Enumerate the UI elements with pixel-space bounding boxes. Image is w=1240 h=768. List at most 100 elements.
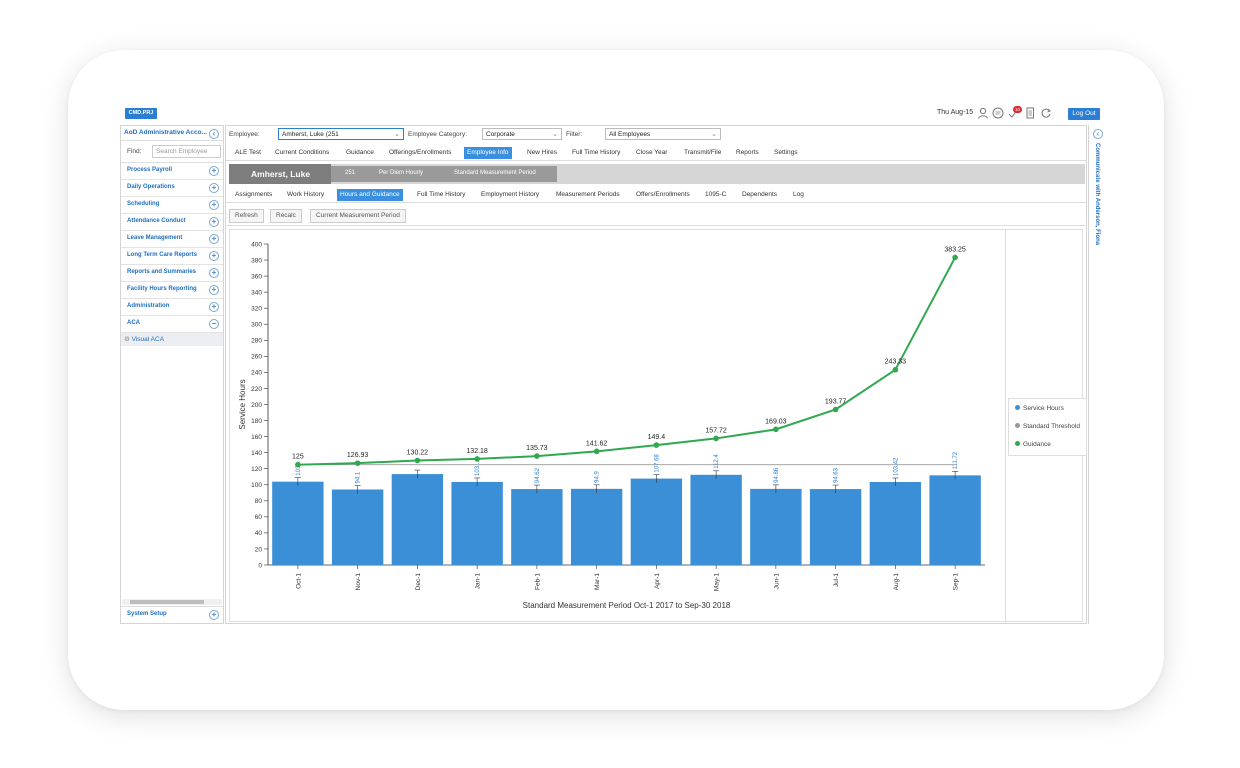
plus-icon[interactable]: + bbox=[209, 302, 219, 312]
x-axis-title: Standard Measurement Period Oct-1 2017 t… bbox=[523, 601, 731, 610]
sidebar-item-aca[interactable]: ACA − bbox=[121, 316, 223, 333]
sidebar-item-reports-and-summaries[interactable]: Reports and Summaries + bbox=[121, 265, 223, 282]
guidance-point bbox=[832, 406, 839, 413]
communicate-link[interactable]: Communicate with Anderson, Fiona bbox=[1094, 143, 1100, 245]
guidance-value-label: 169.03 bbox=[765, 418, 787, 425]
plus-icon[interactable]: + bbox=[209, 268, 219, 278]
plus-icon[interactable]: + bbox=[209, 183, 219, 193]
subtab-hours-and-guidance[interactable]: Hours and Guidance bbox=[337, 189, 403, 201]
employee-select-value: Amherst, Luke (251 bbox=[282, 131, 339, 138]
y-tick-label: 240 bbox=[251, 370, 262, 377]
tab-full-time-history[interactable]: Full Time History bbox=[569, 147, 623, 159]
employee-type: Per Diem Hourly bbox=[379, 170, 424, 176]
plus-icon[interactable]: + bbox=[209, 200, 219, 210]
subtab-assignments[interactable]: Assignments bbox=[232, 189, 275, 201]
refresh-icon[interactable] bbox=[1040, 107, 1052, 119]
plus-icon[interactable]: + bbox=[209, 251, 219, 261]
legend-item-standard-threshold[interactable]: Standard Threshold bbox=[1015, 422, 1080, 430]
filter-label: Filter: bbox=[566, 131, 583, 138]
sidebar-subitem-visual-aca[interactable]: ⚙ Visual ACA bbox=[121, 333, 223, 346]
plus-icon[interactable]: + bbox=[209, 217, 219, 227]
filter-select[interactable]: All Employees ⌄ bbox=[605, 128, 721, 140]
bar-service-hours bbox=[391, 474, 444, 565]
sidebar-item-label: Facility Hours Reporting bbox=[127, 286, 197, 292]
account-selector[interactable]: AoD Administrative Acco... ‹ bbox=[121, 126, 223, 141]
sidebar-item-facility-hours-reporting[interactable]: Facility Hours Reporting + bbox=[121, 282, 223, 299]
employee-category-select[interactable]: Corporate ⌄ bbox=[482, 128, 562, 140]
refresh-button[interactable]: Refresh bbox=[229, 209, 264, 223]
sidebar-item-daily-operations[interactable]: Daily Operations + bbox=[121, 180, 223, 197]
sidebar-item-leave-management[interactable]: Leave Management + bbox=[121, 231, 223, 248]
legend-marker bbox=[1015, 440, 1020, 446]
guidance-value-label: 157.72 bbox=[705, 427, 727, 434]
tab-guidance[interactable]: Guidance bbox=[343, 147, 377, 159]
sidebar-item-long-term-care-reports[interactable]: Long Term Care Reports + bbox=[121, 248, 223, 265]
subtab-log[interactable]: Log bbox=[790, 189, 807, 201]
subtab-1095-c[interactable]: 1095-C bbox=[702, 189, 729, 201]
bar-service-hours bbox=[331, 489, 384, 565]
y-tick-label: 20 bbox=[255, 546, 263, 553]
bar-service-hours bbox=[929, 475, 981, 565]
legend-label: Service Hours bbox=[1023, 405, 1064, 412]
chevron-down-icon: ⌄ bbox=[394, 131, 400, 138]
chevron-left-icon[interactable]: ‹ bbox=[209, 129, 219, 139]
sidebar-item-system-setup[interactable]: System Setup + bbox=[121, 606, 223, 623]
legend-label: Standard Threshold bbox=[1023, 423, 1080, 430]
minus-icon[interactable]: − bbox=[209, 319, 219, 329]
bar-service-hours bbox=[570, 488, 623, 565]
sidebar-item-administration[interactable]: Administration + bbox=[121, 299, 223, 316]
subtab-work-history[interactable]: Work History bbox=[284, 189, 327, 201]
tab-ale-test[interactable]: ALE Test bbox=[232, 147, 264, 159]
plus-icon[interactable]: + bbox=[209, 610, 219, 620]
recalc-button[interactable]: Recalc bbox=[270, 209, 302, 223]
user-icon[interactable] bbox=[977, 107, 989, 119]
tab-new-hires[interactable]: New Hires bbox=[524, 147, 560, 159]
app-logo[interactable]: CMD.PRJ bbox=[125, 108, 157, 119]
sidebar-item-attendance-conduct[interactable]: Attendance Conduct + bbox=[121, 214, 223, 231]
sidebar-scrollbar[interactable] bbox=[122, 599, 222, 605]
tab-reports[interactable]: Reports bbox=[733, 147, 762, 159]
subtab-measurement-periods[interactable]: Measurement Periods bbox=[553, 189, 623, 201]
plus-icon[interactable]: + bbox=[209, 234, 219, 244]
subtab-offers-enrollments[interactable]: Offers/Enrollments bbox=[633, 189, 693, 201]
employee-select[interactable]: Amherst, Luke (251 ⌄ bbox=[278, 128, 404, 140]
legend-item-guidance[interactable]: Guidance bbox=[1015, 440, 1051, 448]
bar-service-hours bbox=[750, 488, 802, 565]
bar-service-hours bbox=[630, 478, 683, 565]
x-tick-label: Mar-1 bbox=[594, 573, 601, 590]
plus-icon[interactable]: + bbox=[209, 285, 219, 295]
bar-value-label: 103.42 bbox=[893, 457, 899, 476]
y-tick-label: 280 bbox=[251, 338, 262, 345]
sidebar-item-scheduling[interactable]: Scheduling + bbox=[121, 197, 223, 214]
chat-icon[interactable] bbox=[992, 107, 1004, 119]
subtab-dependents[interactable]: Dependents bbox=[739, 189, 780, 201]
top-bar: CMD.PRJ Thu Aug-15 10 Log Out bbox=[120, 104, 1108, 124]
sidebar-item-process-payroll[interactable]: Process Payroll + bbox=[121, 163, 223, 180]
plus-icon[interactable]: + bbox=[209, 166, 219, 176]
tab-employee-info[interactable]: Employee Info bbox=[464, 147, 512, 159]
document-icon[interactable] bbox=[1024, 107, 1036, 119]
tab-close-year[interactable]: Close Year bbox=[633, 147, 670, 159]
guidance-value-label: 126.93 bbox=[347, 452, 369, 459]
x-tick-label: Apr-1 bbox=[654, 573, 661, 589]
sidebar: AoD Administrative Acco... ‹ Find: Searc… bbox=[120, 125, 224, 624]
y-tick-label: 200 bbox=[251, 402, 262, 409]
tab-offerings-enrollments[interactable]: Offerings/Enrollments bbox=[386, 147, 454, 159]
subtab-employment-history[interactable]: Employment History bbox=[478, 189, 542, 201]
subtab-full-time-history[interactable]: Full Time History bbox=[414, 189, 468, 201]
scrollbar-thumb[interactable] bbox=[130, 600, 204, 604]
chevron-left-icon[interactable]: ‹ bbox=[1093, 129, 1103, 139]
right-panel: ‹ Communicate with Anderson, Fiona bbox=[1088, 125, 1108, 624]
bar-service-hours bbox=[451, 481, 503, 565]
sidebar-item-label: Attendance Conduct bbox=[127, 218, 186, 224]
bar-value-label: 94.86 bbox=[774, 467, 780, 483]
tab-current-conditions[interactable]: Current Conditions bbox=[272, 147, 332, 159]
legend-item-service-hours[interactable]: Service Hours bbox=[1015, 404, 1064, 412]
search-employee-input[interactable]: Search Employee bbox=[152, 145, 221, 158]
current-measurement-period-button[interactable]: Current Measurement Period bbox=[310, 209, 406, 223]
sidebar-subitem-label: Visual ACA bbox=[131, 336, 165, 343]
tab-settings[interactable]: Settings bbox=[771, 147, 801, 159]
hours-chart-svg: 0 20 40 60 80 100 120 140 160 180 200 220 240 260 280 3… bbox=[238, 241, 985, 610]
logout-button[interactable]: Log Out bbox=[1068, 108, 1100, 120]
tab-transmit-file[interactable]: Transmit/File bbox=[681, 147, 724, 159]
